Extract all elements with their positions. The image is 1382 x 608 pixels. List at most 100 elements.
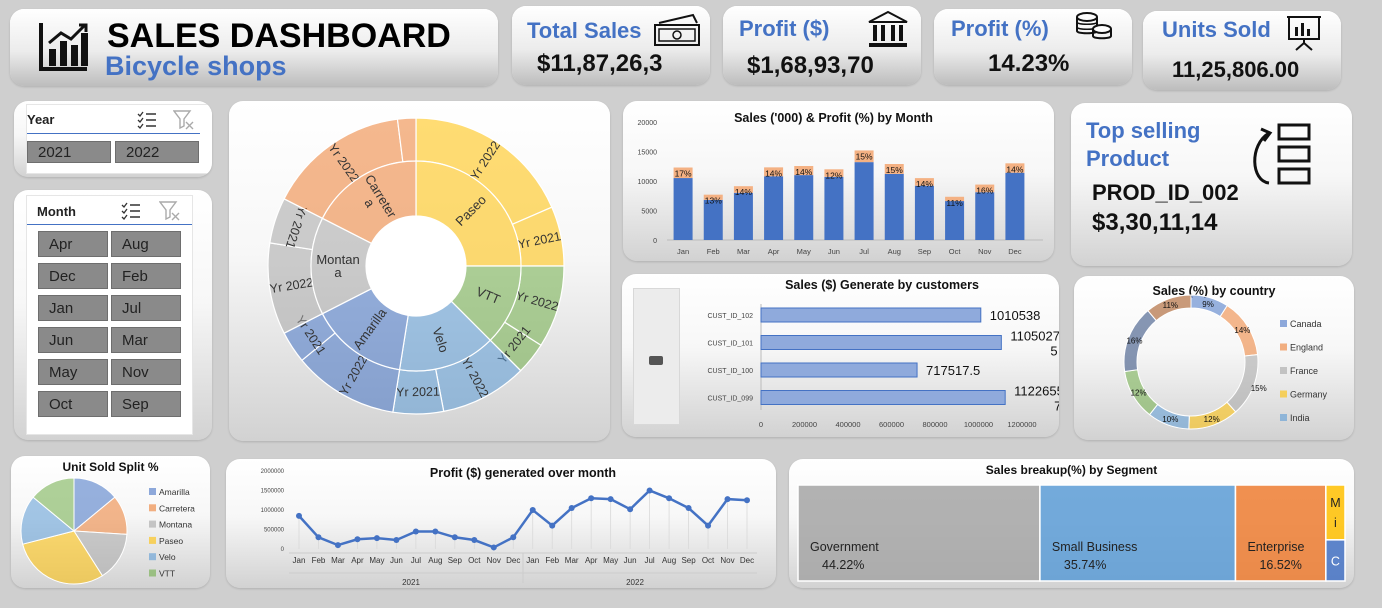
month-button[interactable]: Dec bbox=[38, 263, 108, 289]
year-2021-button[interactable]: 2021 bbox=[27, 141, 111, 163]
segment-treemap: Government 44.22% Small Business 35.74% Ente… bbox=[797, 484, 1346, 582]
profit-data-label: 12% bbox=[825, 170, 842, 180]
sales-bar bbox=[673, 178, 693, 240]
month-slicer: Month Apr Aug Dec Feb Jan Jul Jun Mar Ma… bbox=[26, 195, 193, 435]
x-tick-label: Sep bbox=[448, 556, 463, 565]
y-tick-label: CUST_ID_100 bbox=[707, 368, 753, 375]
multi-select-icon[interactable] bbox=[121, 202, 141, 220]
sales-bar bbox=[733, 192, 753, 240]
sales-bar bbox=[884, 173, 904, 240]
month-button[interactable]: May bbox=[38, 359, 108, 385]
customer-bar bbox=[760, 307, 982, 323]
month-button[interactable]: Feb bbox=[111, 263, 181, 289]
line-marker bbox=[490, 544, 497, 551]
month-button[interactable]: Aug bbox=[111, 231, 181, 257]
year-2022-button[interactable]: 2022 bbox=[115, 141, 199, 163]
sales-bar bbox=[854, 162, 874, 240]
legend-label: England bbox=[1290, 343, 1323, 353]
tile-label: M bbox=[1330, 496, 1340, 510]
group-label: 2021 bbox=[402, 578, 420, 587]
kpi-profit-pct: Profit (%) 14.23% bbox=[934, 9, 1132, 85]
donut-data-label: 15% bbox=[1251, 384, 1267, 393]
x-tick-label: Oct bbox=[949, 247, 962, 256]
label-line: 1010538 bbox=[990, 308, 1041, 323]
month-button[interactable]: Oct bbox=[38, 391, 108, 417]
customer-sales-panel: Sales ($) Generate by customers CUST_ID_… bbox=[622, 274, 1059, 437]
chart-logo-icon bbox=[39, 23, 88, 71]
month-slicer-panel: Month Apr Aug Dec Feb Jan Jul Jun Mar Ma… bbox=[14, 190, 212, 440]
kpi-value: 14.23% bbox=[988, 50, 1070, 77]
profit-data-label: 15% bbox=[886, 165, 903, 175]
x-tick-label: Jul bbox=[411, 556, 421, 565]
kpi-value: $1,68,93,70 bbox=[747, 52, 874, 79]
presentation-chart-icon bbox=[1287, 16, 1321, 51]
sales-bar bbox=[794, 175, 814, 240]
clear-filter-icon[interactable] bbox=[173, 110, 195, 130]
legend-label: Germany bbox=[1290, 390, 1328, 400]
profit-data-label: 16% bbox=[976, 186, 993, 196]
month-button[interactable]: Nov bbox=[111, 359, 181, 385]
month-button[interactable]: Jul bbox=[111, 295, 181, 321]
tile-value: 44.22% bbox=[822, 558, 864, 572]
profit-line-panel: Profit ($) generated over month 2000000 1… bbox=[226, 459, 776, 588]
x-tick-label: Dec bbox=[740, 556, 754, 565]
profit-data-label: 15% bbox=[856, 151, 873, 161]
y-tick-label: 5000 bbox=[641, 209, 657, 216]
coins-icon bbox=[1076, 12, 1112, 40]
x-tick-label: Jan bbox=[526, 556, 539, 565]
year-slicer: Year 2021 2022 bbox=[26, 104, 212, 174]
line-marker bbox=[549, 522, 556, 529]
line-marker bbox=[373, 535, 380, 542]
group-label: 2022 bbox=[626, 578, 644, 587]
x-tick-label: Jan bbox=[677, 247, 689, 256]
tile-label: i bbox=[1334, 516, 1337, 530]
legend-swatch bbox=[149, 520, 156, 528]
tile-value: 35.74% bbox=[1064, 558, 1106, 572]
donut-data-label: 12% bbox=[1131, 388, 1147, 397]
y-tick-label: 20000 bbox=[638, 120, 658, 127]
tile-label: Government bbox=[810, 540, 879, 554]
month-button[interactable]: Sep bbox=[111, 391, 181, 417]
x-tick-label: Mar bbox=[565, 556, 579, 565]
money-icon bbox=[654, 13, 700, 46]
sales-bar bbox=[1005, 172, 1025, 240]
x-tick-label: 400000 bbox=[835, 420, 860, 429]
top-product-title-2: Product bbox=[1086, 146, 1170, 171]
y-tick-label: CUST_ID_099 bbox=[707, 396, 753, 403]
line-marker bbox=[666, 495, 673, 502]
month-button[interactable]: Apr bbox=[38, 231, 108, 257]
segment-panel: Sales breakup(%) by Segment Government 44… bbox=[789, 459, 1354, 588]
unit-pie-chart: Amarilla Carretera Montana Paseo Velo VTT bbox=[20, 477, 195, 585]
line-marker bbox=[705, 522, 712, 529]
top-product-panel: Top selling Product PROD_ID_002 $3,30,11… bbox=[1071, 103, 1352, 266]
x-tick-label: 600000 bbox=[879, 420, 904, 429]
month-button[interactable]: Jun bbox=[38, 327, 108, 353]
line-marker bbox=[432, 528, 439, 535]
y-tick-label: 500000 bbox=[264, 528, 285, 534]
month-slicer-label: Month bbox=[37, 204, 76, 219]
y-tick-label: 1500000 bbox=[261, 489, 285, 495]
x-tick-label: 1200000 bbox=[1007, 420, 1036, 429]
legend-swatch bbox=[149, 569, 156, 577]
x-tick-label: Oct bbox=[702, 556, 715, 565]
y-tick-label: 10000 bbox=[638, 179, 658, 186]
kpi-value: $11,87,26,3 bbox=[537, 50, 663, 77]
line-marker bbox=[471, 537, 478, 544]
monthly-sales-panel: Sales ('000) & Profit (%) by Month 20000… bbox=[623, 101, 1054, 261]
monthly-bar-chart: 20000 15000 10000 5000 0 17% Jan 13% Feb 14% Mar 14… bbox=[638, 120, 1043, 256]
dashboard-subtitle: Bicycle shops bbox=[105, 51, 287, 81]
legend-label: Canada bbox=[1290, 319, 1322, 329]
clear-filter-icon[interactable] bbox=[159, 201, 181, 221]
x-tick-label: 0 bbox=[759, 420, 763, 429]
profit-data-label: 14% bbox=[795, 167, 812, 177]
country-panel: Sales (%) by country 9% 14% 15% 12% 10% 12% 16… bbox=[1074, 276, 1354, 440]
month-button[interactable]: Jan bbox=[38, 295, 108, 321]
line-marker bbox=[510, 534, 517, 541]
x-tick-label: Jun bbox=[828, 247, 840, 256]
x-tick-label: Dec bbox=[506, 556, 520, 565]
month-button[interactable]: Mar bbox=[111, 327, 181, 353]
sales-bar bbox=[975, 192, 995, 240]
slicer-divider bbox=[27, 224, 192, 225]
multi-select-icon[interactable] bbox=[137, 111, 157, 129]
x-tick-label: Aug bbox=[662, 556, 676, 565]
